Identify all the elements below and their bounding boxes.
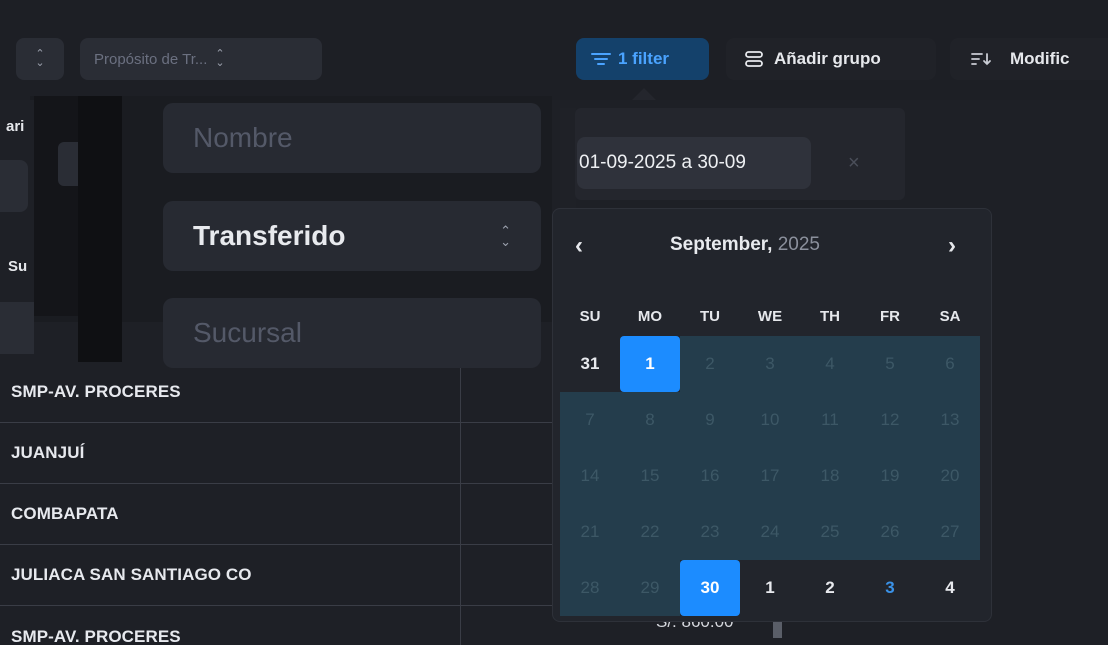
sort-chip[interactable]: ⌃ ⌄: [16, 38, 64, 80]
calendar-week: 21 22 23 24 25 26 27: [560, 504, 980, 560]
table-row[interactable]: JUANJUÍ: [0, 423, 552, 484]
branch-cell: SMP-AV. PROCERES: [11, 626, 181, 646]
branch-input[interactable]: Sucursal: [163, 298, 541, 368]
partial-field[interactable]: [0, 302, 34, 354]
calendar-day[interactable]: 24: [740, 504, 800, 560]
name-input[interactable]: Nombre: [163, 103, 541, 173]
range-start-day[interactable]: 1: [620, 336, 680, 392]
weekday-header: SU MO TU WE TH FR SA: [560, 296, 980, 336]
weekday-label: FR: [880, 307, 900, 325]
select-arrows-icon: ⌃ ⌄: [215, 48, 225, 69]
app-window: ⌃ ⌄ Propósito de Tr... ⌃ ⌄ 1 filter Añadir…: [0, 0, 1108, 645]
weekday-label: MO: [637, 307, 663, 325]
purpose-select[interactable]: Propósito de Tr... ⌃ ⌄: [80, 38, 322, 80]
calendar-day[interactable]: 3: [740, 336, 800, 392]
calendar-day[interactable]: 12: [860, 392, 920, 448]
calendar-day[interactable]: 14: [560, 448, 620, 504]
table-row[interactable]: JULIACA SAN SANTIAGO CO: [0, 545, 552, 606]
calendar-month: September,: [670, 234, 773, 255]
calendar-day[interactable]: 8: [620, 392, 680, 448]
add-group-button[interactable]: Añadir grupo: [726, 38, 936, 80]
calendar-day[interactable]: 23: [680, 504, 740, 560]
calendar-year: 2025: [777, 234, 820, 255]
calendar-day[interactable]: 5: [860, 336, 920, 392]
calendar-day[interactable]: 28: [560, 560, 620, 616]
calendar-day[interactable]: 4: [920, 560, 980, 616]
partial-header-label: Su: [8, 258, 28, 275]
calendar-day[interactable]: 25: [800, 504, 860, 560]
filter-button-label: 1 filter: [618, 49, 670, 68]
calendar-day[interactable]: 31: [560, 336, 620, 392]
branch-cell: JUANJUÍ: [11, 443, 85, 462]
branch-cell: SMP-AV. PROCERES: [11, 382, 181, 401]
calendar-day[interactable]: 22: [620, 504, 680, 560]
calendar-day[interactable]: 4: [800, 336, 860, 392]
sort-lines-icon: [971, 53, 991, 66]
calendar-day[interactable]: 10: [740, 392, 800, 448]
modify-label: Modific: [1010, 49, 1070, 68]
calendar-day[interactable]: 1: [740, 560, 800, 616]
calendar-day[interactable]: 29: [620, 560, 680, 616]
calendar-day[interactable]: 6: [920, 336, 980, 392]
group-icon: [745, 51, 763, 67]
calendar-title: September, 2025: [670, 234, 820, 256]
branch-cell: COMBAPATA: [11, 504, 119, 523]
table-row[interactable]: SMP-AV. PROCERES: [0, 362, 552, 423]
calendar-day[interactable]: 9: [680, 392, 740, 448]
weekday-label: SA: [939, 307, 961, 325]
table-row[interactable]: SMP-AV. PROCERES: [0, 606, 552, 646]
prev-month-icon[interactable]: ‹: [575, 232, 583, 260]
calendar-day[interactable]: 15: [620, 448, 680, 504]
partial-header-label: ari: [6, 118, 25, 135]
status-select[interactable]: Transferido ⌃ ⌄: [163, 201, 541, 271]
weekday-label: WE: [757, 307, 783, 325]
filter-button[interactable]: 1 filter: [576, 38, 709, 80]
calendar-day[interactable]: 20: [920, 448, 980, 504]
calendar-day[interactable]: 16: [680, 448, 740, 504]
calendar-week: 14 15 16 17 18 19 20: [560, 448, 980, 504]
calendar-day[interactable]: 26: [860, 504, 920, 560]
date-range-input[interactable]: 01-09-2025 a 30-09: [577, 137, 811, 189]
weekday-label: TU: [700, 307, 720, 325]
range-end-day[interactable]: 30: [680, 560, 740, 616]
name-placeholder: Nombre: [193, 122, 293, 153]
status-value: Transferido: [193, 220, 346, 251]
branch-cell: JULIACA SAN SANTIAGO CO: [11, 565, 252, 584]
calendar-day[interactable]: 11: [800, 392, 860, 448]
panel-shadow: [34, 96, 78, 316]
panel-shadow: [78, 96, 122, 362]
clear-date-icon[interactable]: ×: [848, 152, 860, 175]
partial-field[interactable]: [0, 160, 28, 212]
modify-button[interactable]: Modific: [950, 38, 1108, 80]
column-divider: [460, 362, 461, 645]
weekday-label: SU: [579, 307, 601, 325]
table-row[interactable]: COMBAPATA: [0, 484, 552, 545]
calendar-day[interactable]: 19: [860, 448, 920, 504]
purpose-select-label: Propósito de Tr...: [94, 50, 208, 68]
calendar-week: 28 29 30 1 2 3 4: [560, 560, 980, 616]
filter-icon: [591, 53, 611, 65]
calendar-day[interactable]: 27: [920, 504, 980, 560]
panel-input-edge: [58, 142, 78, 186]
date-range-value: 01-09-2025 a 30-09: [579, 152, 746, 173]
select-arrows-icon: ⌃ ⌄: [500, 223, 511, 249]
weekday-label: TH: [820, 307, 840, 325]
branch-placeholder: Sucursal: [193, 317, 302, 348]
calendar-day[interactable]: 21: [560, 504, 620, 560]
select-arrows-icon: ⌃ ⌄: [35, 48, 45, 69]
today-day[interactable]: 3: [860, 560, 920, 616]
calendar-day[interactable]: 17: [740, 448, 800, 504]
next-month-icon[interactable]: ›: [948, 232, 956, 260]
calendar-day[interactable]: 7: [560, 392, 620, 448]
calendar-day[interactable]: 2: [680, 336, 740, 392]
popover-caret: [632, 88, 656, 100]
calendar-day[interactable]: 2: [800, 560, 860, 616]
calendar-day[interactable]: 13: [920, 392, 980, 448]
add-group-label: Añadir grupo: [774, 49, 881, 68]
calendar-week: 31 1 2 3 4 5 6: [560, 336, 980, 392]
calendar-grid: SU MO TU WE TH FR SA 31 1 2 3 4 5 6 7 8 …: [560, 296, 980, 616]
calendar-day[interactable]: 18: [800, 448, 860, 504]
calendar-week: 7 8 9 10 11 12 13: [560, 392, 980, 448]
